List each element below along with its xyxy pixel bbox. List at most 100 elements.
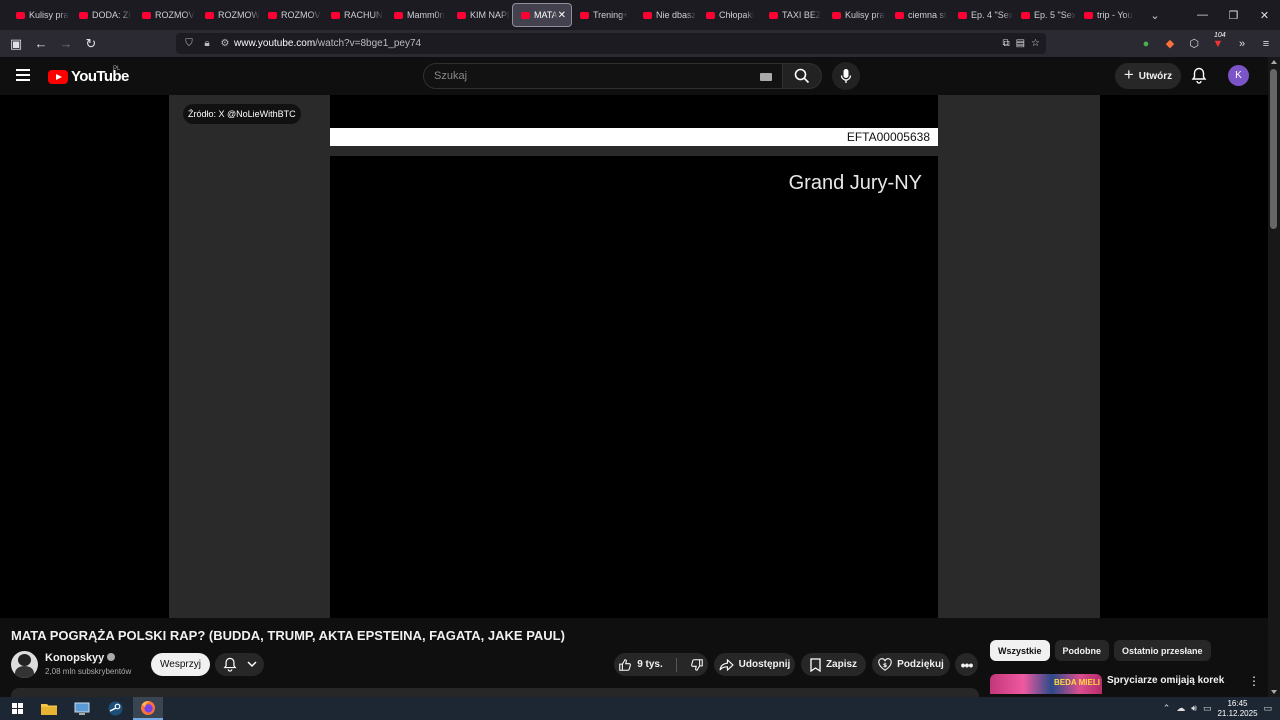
youtube-favicon-icon — [1021, 11, 1030, 19]
network-icon[interactable]: ▭ — [1203, 703, 1212, 714]
svg-text:$: $ — [883, 661, 887, 668]
volume-icon[interactable]: 🔊︎ — [1191, 703, 1197, 714]
browser-tab[interactable]: Kulisy pra — [824, 3, 887, 27]
more-actions-button[interactable]: ••• — [955, 653, 978, 676]
keyboard-icon[interactable] — [760, 73, 772, 81]
sidebar-toggle-icon[interactable]: ▣ — [4, 32, 28, 56]
guide-menu-icon[interactable] — [16, 69, 30, 84]
recommendation-menu-icon[interactable]: ⋮ — [1248, 674, 1260, 688]
reload-icon[interactable]: ↻ — [79, 32, 103, 56]
steam-app[interactable] — [100, 697, 130, 720]
like-count[interactable]: 9 tys. — [637, 659, 663, 670]
document-stamp: EFTA00005638 — [330, 128, 938, 146]
browser-tab[interactable]: Ep. 4 "Sex — [950, 3, 1013, 27]
minimize-icon[interactable]: — — [1187, 0, 1218, 30]
browser-tab[interactable]: ROZMOV — [260, 3, 323, 27]
browser-tab[interactable]: trip - You — [1076, 3, 1139, 27]
browser-tab[interactable]: KIM NAPI — [449, 3, 512, 27]
support-button[interactable]: Wesprzyj — [151, 653, 210, 676]
browser-tab[interactable]: Chłopaki — [698, 3, 761, 27]
extension-shield-icon[interactable]: ● — [1138, 38, 1154, 50]
thumbnail-text: BEDA MIELI — [1054, 678, 1100, 687]
scroll-down-icon[interactable] — [1271, 690, 1277, 694]
browser-tab[interactable]: Ep. 5 "Sex — [1013, 3, 1076, 27]
browser-tab[interactable]: ROZMOV — [134, 3, 197, 27]
clock-time: 16:45 — [1227, 698, 1248, 708]
search-button[interactable] — [782, 63, 822, 89]
youtube-favicon-icon — [268, 11, 277, 19]
tab-label: Chłopaki — [719, 10, 755, 20]
app-menu-icon[interactable]: ≡ — [1258, 38, 1274, 50]
thumbs-down-icon[interactable] — [690, 658, 704, 672]
chip-recently-uploaded[interactable]: Ostatnio przesłane — [1114, 640, 1211, 661]
computer-icon — [74, 702, 90, 715]
youtube-favicon-icon — [643, 11, 652, 19]
search-input[interactable]: Szukaj — [423, 63, 783, 89]
channel-name-row[interactable]: Konopskyy — [45, 652, 116, 664]
start-button[interactable] — [2, 697, 32, 720]
browser-tab[interactable]: Nie dbasz — [635, 3, 698, 27]
scroll-up-icon[interactable] — [1271, 60, 1277, 64]
recommendation-thumbnail[interactable]: BEDA MIELI — [990, 674, 1102, 694]
account-avatar[interactable]: K — [1228, 65, 1249, 86]
document-page: Grand Jury-NY — [330, 156, 938, 618]
channel-avatar[interactable] — [11, 651, 38, 678]
notifications-button[interactable] — [1191, 67, 1207, 89]
notifications-center-icon[interactable]: ▭ — [1263, 703, 1272, 714]
tab-label: Nie dbasz — [656, 10, 697, 20]
shield-icon[interactable]: ⛉ — [180, 38, 198, 49]
address-bar[interactable]: ⛉ 🔒︎ ⚙ www.youtube.com/watch?v=8bge1_pey… — [176, 33, 1046, 54]
youtube-favicon-icon — [457, 11, 466, 19]
description-box[interactable] — [11, 688, 979, 697]
save-button[interactable]: Zapisz — [801, 653, 866, 676]
chip-all[interactable]: Wszystkie — [990, 640, 1050, 661]
share-label: Udostępnij — [738, 659, 791, 670]
page-scrollbar[interactable] — [1268, 57, 1280, 697]
file-explorer-app[interactable] — [34, 697, 64, 720]
chip-related[interactable]: Podobne — [1054, 640, 1110, 661]
control-panel-app[interactable] — [67, 697, 97, 720]
browser-tab[interactable]: MATA ✕ — [512, 3, 572, 27]
firefox-app[interactable] — [133, 697, 163, 720]
bookmark-star-icon[interactable]: ☆ — [1031, 38, 1040, 49]
extension-ublock-icon[interactable]: ▼ 104 — [1210, 31, 1226, 50]
subscription-notifications-button[interactable] — [215, 653, 264, 676]
permissions-icon[interactable]: ⚙ — [216, 38, 234, 49]
thumbs-up-icon[interactable] — [618, 658, 632, 672]
share-button[interactable]: Udostępnij — [714, 653, 795, 676]
picture-in-picture-icon[interactable]: ⧉ — [1002, 38, 1009, 49]
tray-chevron-icon[interactable]: ⌃ — [1163, 703, 1171, 714]
forward-icon[interactable]: → — [54, 32, 78, 56]
thanks-button[interactable]: $ Podziękuj — [872, 653, 950, 676]
browser-tab[interactable]: ciemna st — [887, 3, 950, 27]
browser-tab[interactable]: Mamm0n — [386, 3, 449, 27]
browser-tab[interactable]: TAXI BEZ — [761, 3, 824, 27]
clock[interactable]: 16:45 21.12.2025 — [1217, 699, 1257, 719]
browser-tab[interactable]: DODA: Zł — [71, 3, 134, 27]
extension-fox-icon[interactable]: ◆ — [1162, 37, 1178, 50]
create-button[interactable]: + Utwórz — [1115, 63, 1181, 89]
list-all-tabs-icon[interactable]: ⌄ — [1147, 9, 1163, 22]
recommendation-title[interactable]: Spryciarze omijają korek — [1107, 675, 1224, 686]
overflow-chevrons-icon[interactable]: » — [1234, 38, 1250, 50]
tab-label: Mamm0n — [407, 10, 445, 20]
voice-search-button[interactable] — [832, 62, 860, 90]
close-tab-icon[interactable]: ✕ — [558, 10, 566, 21]
browser-tab[interactable]: Kulisy pra — [8, 3, 71, 27]
lock-icon[interactable]: 🔒︎ — [198, 38, 216, 49]
video-player[interactable]: Źródło: X @NoLieWithBTC EFTA00005638 Gra… — [0, 95, 1268, 618]
close-window-icon[interactable]: ✕ — [1249, 0, 1280, 30]
scrollbar-thumb[interactable] — [1270, 69, 1277, 229]
channel-name[interactable]: Konopskyy — [45, 652, 104, 664]
browser-tab[interactable]: RACHUN — [323, 3, 386, 27]
browser-tab[interactable]: ROZMOW — [197, 3, 260, 27]
restore-icon[interactable]: ❐ — [1218, 0, 1249, 30]
extension-badge: 104 — [1214, 31, 1226, 39]
onedrive-icon[interactable]: ☁ — [1176, 703, 1185, 714]
reader-view-icon[interactable]: ▤ — [1016, 38, 1025, 49]
youtube-logo[interactable]: YouTube PL — [48, 66, 129, 85]
browser-tab[interactable]: Trening+ — [572, 3, 635, 27]
extensions-icon[interactable]: ⬡ — [1186, 37, 1202, 50]
back-icon[interactable]: ← — [29, 32, 53, 56]
youtube-favicon-icon — [79, 11, 88, 19]
